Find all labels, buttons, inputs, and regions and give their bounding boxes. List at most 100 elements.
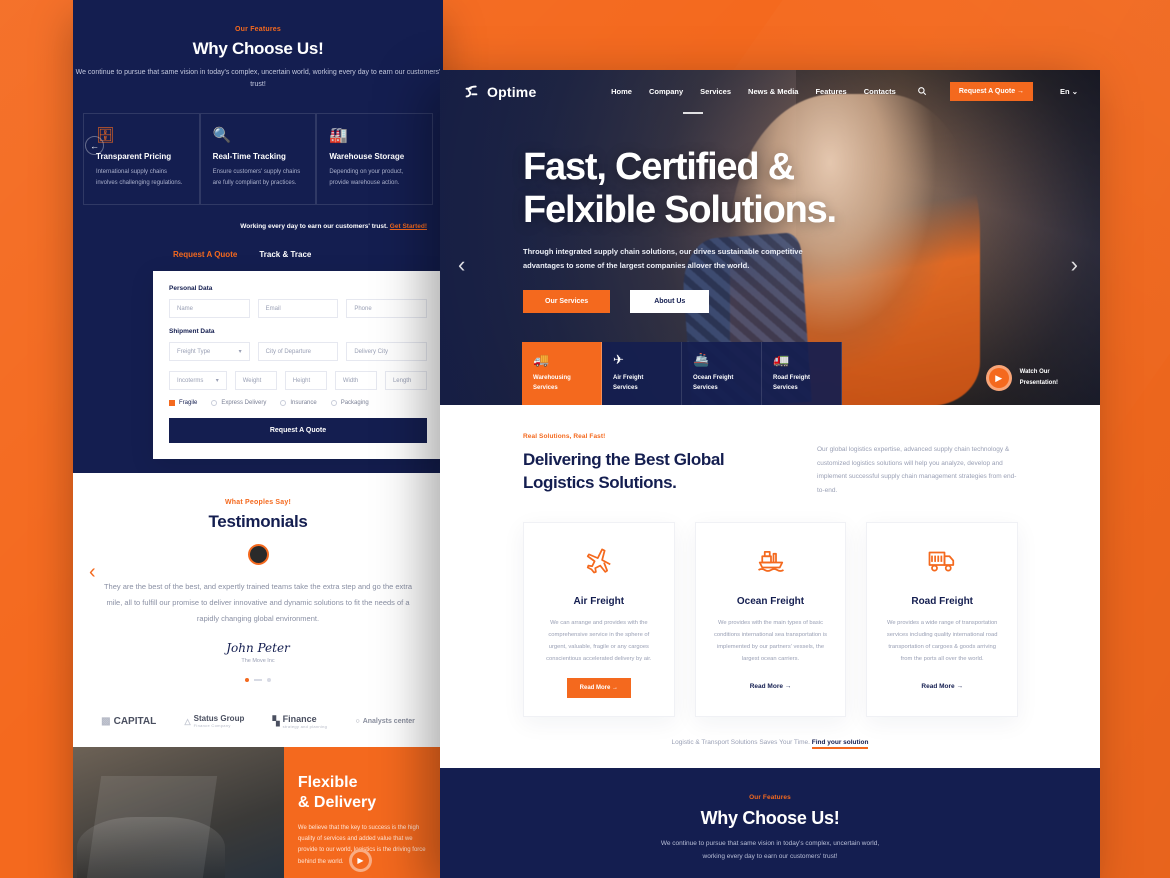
nav-item-news-media[interactable]: News & Media xyxy=(748,87,798,96)
language-selector[interactable]: En ⌄ xyxy=(1060,87,1078,96)
circle-icon: ○ xyxy=(355,717,360,725)
nav-active-indicator xyxy=(683,112,703,114)
services-section: Real Solutions, Real Fast! Delivering th… xyxy=(440,405,1100,769)
service-tab-sublabel: Services xyxy=(693,384,718,391)
about-us-button[interactable]: About Us xyxy=(630,289,710,313)
chevron-left-icon[interactable]: ← xyxy=(85,136,104,155)
radio-dot-icon xyxy=(169,400,175,407)
client-tagline: strategy and planning xyxy=(282,723,328,729)
hero-subtitle: Through integrated supply chain solution… xyxy=(523,247,803,271)
watch-presentation[interactable]: ▶ Watch Our Presentation! xyxy=(985,365,1058,391)
back-options-group: Fragile Express Delivery Insurance Packa… xyxy=(169,400,427,407)
read-more-link[interactable]: Read More → xyxy=(750,683,792,690)
phone-field[interactable]: Phone xyxy=(346,299,428,319)
length-field[interactable]: Length xyxy=(384,371,428,391)
width-field[interactable]: Width xyxy=(334,371,377,391)
client-logo-capital: ▩ CAPITAL xyxy=(101,716,156,727)
nav-links: Home Company Services News & Media Featu… xyxy=(611,82,1078,101)
services-title-line2: Logistics Solutions. xyxy=(523,472,677,492)
service-tab-warehousing[interactable]: 🚚 Warehousing Services xyxy=(522,342,602,405)
chevron-left-icon[interactable]: ‹ xyxy=(89,561,96,584)
play-icon[interactable]: ▶ xyxy=(985,365,1012,391)
hero-section: Optime Home Company Services News & Medi… xyxy=(440,70,1100,405)
service-card-ocean-freight[interactable]: Ocean Freight We provides with the main … xyxy=(694,521,847,718)
services-header-left: Real Solutions, Real Fast! Delivering th… xyxy=(523,433,773,498)
back-testimonial-quote: They are the best of the best, and exper… xyxy=(103,582,413,623)
back-feature-card[interactable]: 🔍 Real-Time Tracking Ensure customers' s… xyxy=(199,112,317,206)
back-why-choose-section: Our Features Why Choose Us! We continue … xyxy=(73,0,443,474)
brand-logo[interactable]: Optime xyxy=(462,83,536,101)
truck-icon: 🚛 xyxy=(773,352,790,367)
nav-item-features[interactable]: Features xyxy=(815,87,846,96)
airplane-icon xyxy=(540,545,658,580)
radio-dot-icon xyxy=(211,400,218,407)
back-get-started-link[interactable]: Get Started! xyxy=(390,223,427,230)
back-testimonial-author: John Peter xyxy=(226,640,290,655)
service-tab-sublabel: Services xyxy=(533,384,558,391)
back-measure-row: Incoterms Weight Height Width Length xyxy=(169,371,428,391)
back-personal-data-label: Personal Data xyxy=(169,285,213,293)
carousel-dot[interactable] xyxy=(245,677,249,682)
optime-logo-icon xyxy=(462,83,480,101)
read-more-button[interactable]: Read More → xyxy=(566,678,631,699)
back-form-wrapper: Personal Data Name Email Phone Shipment … xyxy=(73,259,443,473)
freight-type-select[interactable]: Freight Type xyxy=(169,342,250,362)
carousel-dot[interactable] xyxy=(254,678,262,681)
option-packaging[interactable]: Packaging xyxy=(330,400,369,407)
option-fragile[interactable]: Fragile xyxy=(169,400,197,407)
nav-item-home[interactable]: Home xyxy=(611,87,632,96)
client-logo-analysts-center: ○ Analysts center xyxy=(355,718,414,725)
service-card-air-freight[interactable]: Air Freight We can arrange and provides … xyxy=(523,521,675,718)
read-more-link[interactable]: Read More → xyxy=(921,683,963,690)
back-client-logos: ▩ CAPITAL △ Status Group Finance Company… xyxy=(73,691,443,747)
back-submit-button[interactable]: Request A Quote xyxy=(169,418,427,444)
chevron-right-icon[interactable]: › xyxy=(1071,252,1078,278)
forklift-icon: 🚚 xyxy=(533,352,550,367)
option-express-delivery[interactable]: Express Delivery xyxy=(211,400,267,407)
height-field[interactable]: Height xyxy=(284,371,327,391)
play-icon[interactable]: ▶ xyxy=(349,849,372,872)
brand-name: Optime xyxy=(487,83,537,100)
email-field[interactable]: Email xyxy=(257,299,339,319)
service-card-desc: We provides a wide range of transportati… xyxy=(886,619,998,663)
option-insurance[interactable]: Insurance xyxy=(280,400,317,407)
tab-track-and-trace[interactable]: Track & Trace xyxy=(259,250,311,259)
tab-request-a-quote[interactable]: Request A Quote xyxy=(173,250,237,259)
chevron-left-icon[interactable]: ‹ xyxy=(458,252,465,278)
search-icon[interactable] xyxy=(917,86,927,98)
find-your-solution-link[interactable]: Find your solution xyxy=(811,739,869,750)
nav-item-contacts[interactable]: Contacts xyxy=(864,87,896,96)
our-services-button[interactable]: Our Services xyxy=(523,289,611,313)
nav-item-company[interactable]: Company xyxy=(649,87,683,96)
why-choose-subtitle: We continue to pursue that same vision i… xyxy=(440,838,1100,863)
weight-field[interactable]: Weight xyxy=(234,371,277,391)
service-tab-air-freight[interactable]: ✈ Air Freight Services xyxy=(602,342,682,405)
hero-title: Fast, Certified & Felxible Solutions. xyxy=(523,146,1100,231)
back-shipment-row: Freight Type City of Departure Delivery … xyxy=(169,342,428,362)
incoterms-select[interactable]: Incoterms xyxy=(169,371,227,391)
back-feature-desc: International supply chains involves cha… xyxy=(96,168,183,186)
bar-chart-icon: ▚ xyxy=(272,715,280,726)
hero-service-tabs: 🚚 Warehousing Services ✈ Air Freight Ser… xyxy=(522,342,842,405)
service-card-road-freight[interactable]: Road Freight We provides a wide range of… xyxy=(866,521,1019,718)
nav-item-services[interactable]: Services xyxy=(700,87,731,96)
services-footer: Logistic & Transport Solutions Saves You… xyxy=(440,717,1100,768)
back-feature-desc: Depending on your product, provide wareh… xyxy=(329,168,404,186)
service-tab-ocean-freight[interactable]: 🚢 Ocean Freight Services xyxy=(682,342,762,405)
warehouse-storage-icon: 🏭 xyxy=(329,126,349,144)
request-a-quote-button[interactable]: Request A Quote → xyxy=(949,82,1034,101)
option-label: Express Delivery xyxy=(221,400,267,407)
back-feature-card[interactable]: 🗄 Transparent Pricing International supp… xyxy=(83,112,200,206)
back-section-title: Why Choose Us! xyxy=(192,39,324,58)
city-of-departure-field[interactable]: City of Departure xyxy=(257,342,339,362)
back-carousel-dots[interactable] xyxy=(73,677,443,682)
why-choose-section: Our Features Why Choose Us! We continue … xyxy=(440,768,1100,878)
back-feature-card[interactable]: 🏭 Warehouse Storage Depending on your pr… xyxy=(316,112,434,206)
hero-title-line2: Felxible Solutions. xyxy=(523,188,837,231)
back-promo-title: Flexible & Delivery xyxy=(298,773,429,813)
name-field[interactable]: Name xyxy=(169,299,250,319)
delivery-city-field[interactable]: Delivery City xyxy=(346,342,428,362)
services-footer-text: Logistic & Transport Solutions Saves You… xyxy=(671,739,810,747)
service-tab-road-freight[interactable]: 🚛 Road Freight Services xyxy=(762,342,842,405)
carousel-dot[interactable] xyxy=(267,677,271,682)
